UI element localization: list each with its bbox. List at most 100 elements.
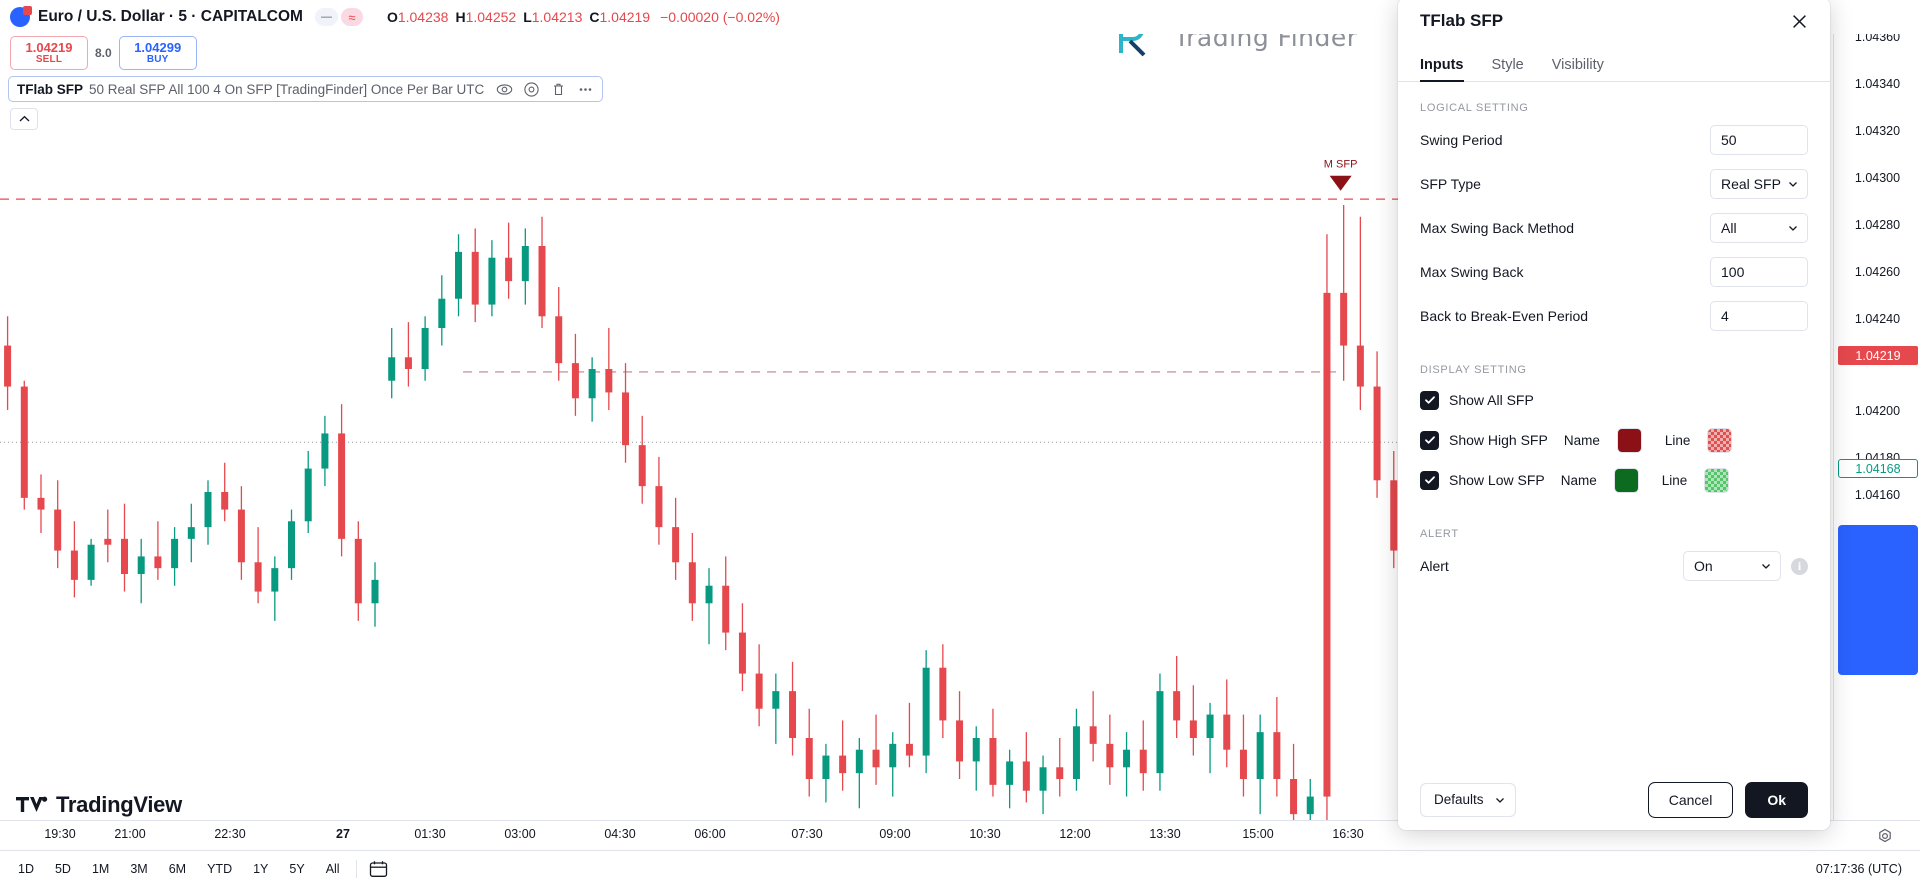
timeframe-1d[interactable]: 1D: [14, 859, 38, 879]
indicator-legend[interactable]: TFlab SFP 50 Real SFP All 100 4 On SFP […: [8, 76, 604, 102]
ohlc-value-o: 1.04238: [397, 9, 449, 25]
timeframe-1y[interactable]: 1Y: [249, 859, 272, 879]
price-change: −0.00020 (−0.02%): [660, 9, 780, 25]
close-icon[interactable]: [1786, 8, 1812, 34]
show-high-sfp-checkbox[interactable]: [1420, 430, 1439, 450]
chart-clock[interactable]: 07:17:36 (UTC): [1816, 862, 1920, 876]
check-icon: [1424, 436, 1435, 444]
timeframe-ytd[interactable]: YTD: [203, 859, 236, 879]
defaults-button[interactable]: Defaults: [1420, 782, 1516, 817]
sell-price: 1.04219: [25, 39, 73, 55]
ohlc-value-h: 1.04252: [465, 9, 517, 25]
show-low-sfp-checkbox[interactable]: [1420, 470, 1439, 490]
timeframe-buttons: 1D 5D 1M 3M 6M YTD 1Y 5Y All: [0, 859, 344, 879]
field-label: Max Swing Back: [1420, 264, 1524, 280]
symbol-flag-icon: [10, 6, 32, 27]
tab-style[interactable]: Style: [1492, 57, 1524, 81]
max-swing-back-input[interactable]: 100: [1710, 257, 1808, 287]
chart-type-chip[interactable]: ≈: [340, 8, 363, 26]
row-show-high-sfp: Show High SFP Name Line: [1420, 420, 1808, 460]
sfp-type-select[interactable]: Real SFP: [1710, 169, 1808, 199]
time-tick: 12:00: [1059, 827, 1091, 841]
collapse-legend-button[interactable]: [10, 108, 38, 130]
section-label-display: DISPLAY SETTING: [1420, 364, 1527, 376]
dialog-header: TFlab SFP: [1398, 0, 1830, 44]
time-tick: 09:00: [879, 827, 911, 841]
more-icon[interactable]: [577, 81, 594, 98]
timeframe-3m[interactable]: 3M: [126, 859, 151, 879]
chevron-up-icon: [19, 115, 29, 122]
settings-icon[interactable]: [523, 81, 540, 98]
field-label: Back to Break-Even Period: [1420, 308, 1589, 324]
high-sfp-line-label: Line: [1664, 432, 1691, 448]
defaults-label: Defaults: [1434, 792, 1484, 807]
ok-button[interactable]: Ok: [1745, 781, 1808, 818]
field-sfp-type: SFP Type Real SFP: [1420, 162, 1808, 206]
timeframe-6m[interactable]: 6M: [165, 859, 190, 879]
show-all-sfp-checkbox[interactable]: [1420, 390, 1439, 410]
price-tick: 1.04300: [1854, 171, 1901, 185]
chevron-down-icon: [1789, 182, 1797, 187]
dialog-title: TFlab SFP: [1420, 11, 1504, 30]
timeframe-1m[interactable]: 1M: [88, 859, 113, 879]
check-icon: [1424, 396, 1435, 404]
interval-chip[interactable]: —: [314, 8, 338, 26]
field-max-swing-back-method: Max Swing Back Method All: [1420, 206, 1808, 250]
field-label: Alert: [1420, 558, 1449, 574]
field-back-to-break-even-period: Back to Break-Even Period 4: [1420, 294, 1808, 338]
tradingview-wordmark: TradingView: [56, 792, 182, 817]
timeframe-5y[interactable]: 5Y: [285, 859, 308, 879]
price-axis[interactable]: USD 1.043601.043401.043201.043001.042801…: [1833, 0, 1920, 820]
max-swing-back-method-select[interactable]: All: [1710, 213, 1808, 243]
buy-price-marker: [1838, 525, 1918, 675]
ohlc-label-h: H: [455, 9, 466, 25]
buy-label: BUY: [146, 53, 169, 65]
tab-inputs[interactable]: Inputs: [1420, 57, 1464, 82]
tradingview-watermark: TradingView: [16, 792, 182, 818]
chevron-down-icon: [1495, 797, 1504, 803]
time-tick: 13:30: [1149, 827, 1181, 841]
delete-icon[interactable]: [550, 81, 567, 98]
timeframe-all[interactable]: All: [322, 859, 344, 879]
field-label: Max Swing Back Method: [1420, 220, 1575, 236]
low-sfp-line-color-swatch[interactable]: [1705, 468, 1729, 492]
ohlc-value-l: 1.04213: [531, 9, 583, 25]
sfp-type-value: Real SFP: [1721, 176, 1781, 192]
check-icon: [1424, 476, 1435, 484]
back-to-break-even-period-input[interactable]: 4: [1710, 301, 1808, 331]
field-label: Swing Period: [1420, 132, 1503, 148]
time-tick: 10:30: [969, 827, 1001, 841]
chevron-down-icon: [1762, 564, 1770, 569]
secondary-price-badge: 1.04168: [1838, 459, 1918, 478]
show-high-sfp-label: Show High SFP: [1449, 432, 1548, 448]
alert-select[interactable]: On: [1683, 551, 1781, 581]
section-label-alert: ALERT: [1420, 528, 1459, 540]
high-sfp-name-color-swatch[interactable]: [1617, 428, 1641, 452]
time-tick: 03:00: [504, 827, 536, 841]
eye-icon[interactable]: [496, 81, 513, 98]
price-tick: 1.04160: [1854, 488, 1901, 502]
ohlc-label-c: C: [589, 9, 600, 25]
row-show-low-sfp: Show Low SFP Name Line: [1420, 460, 1808, 500]
tradingview-chart-app: M SFP USD 1.043601.043401.043201.043001.…: [0, 0, 1920, 886]
info-icon[interactable]: i: [1791, 557, 1808, 575]
tab-visibility[interactable]: Visibility: [1552, 57, 1604, 81]
symbol-title[interactable]: Euro / U.S. Dollar · 5 · CAPITALCOM: [38, 8, 303, 26]
timeframe-5d[interactable]: 5D: [51, 859, 75, 879]
section-label-logical: LOGICAL SETTING: [1420, 102, 1529, 114]
sell-label: SELL: [35, 53, 63, 65]
chart-settings-gear-icon[interactable]: [1876, 827, 1894, 845]
sell-button[interactable]: 1.04219 SELL: [10, 36, 88, 70]
field-swing-period: Swing Period 50: [1420, 118, 1808, 162]
low-sfp-name-color-swatch[interactable]: [1614, 468, 1638, 492]
cancel-button[interactable]: Cancel: [1647, 781, 1734, 818]
buy-button[interactable]: 1.04299 BUY: [118, 36, 197, 70]
swing-period-input[interactable]: 50: [1710, 125, 1808, 155]
field-alert: Alert On i: [1420, 544, 1808, 588]
calendar-icon[interactable]: [369, 860, 388, 878]
tradingview-logo-icon: [16, 796, 48, 812]
price-tick: 1.04200: [1854, 404, 1901, 418]
ohlc-values: O1.04238 H1.04252 L1.04213 C1.04219 −0.0…: [387, 9, 780, 25]
high-sfp-line-color-swatch[interactable]: [1708, 428, 1732, 452]
dialog-footer: Defaults Cancel Ok: [1398, 768, 1830, 830]
